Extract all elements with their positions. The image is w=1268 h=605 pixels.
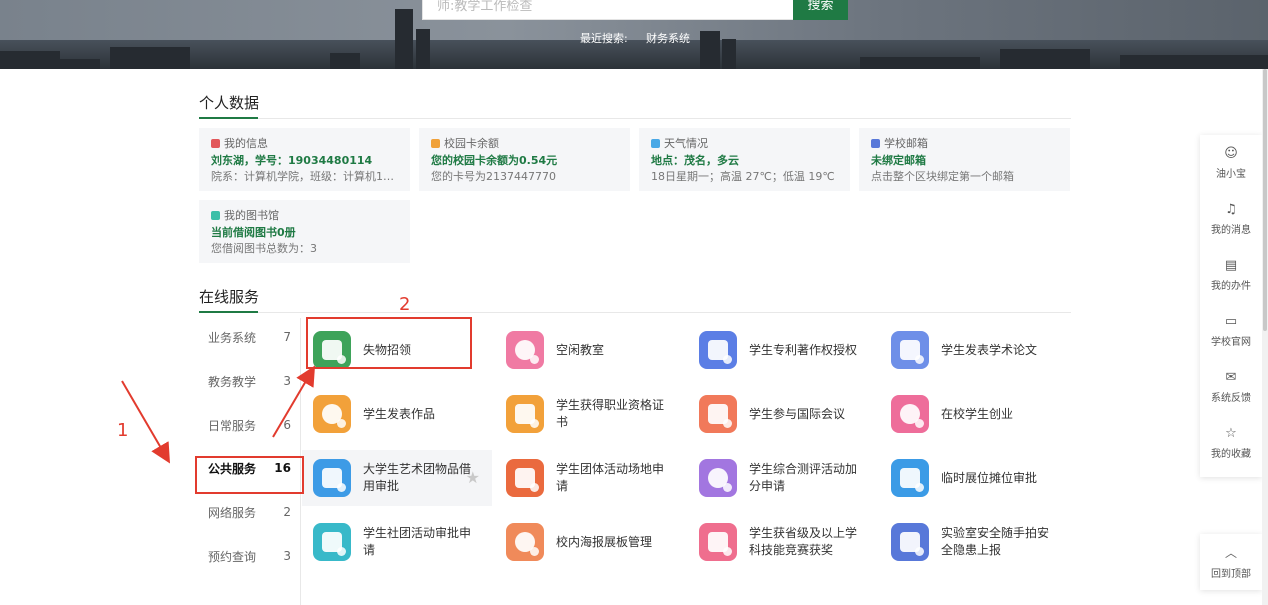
annotation-arrows	[121, 365, 316, 464]
annotation-arrow-2	[272, 365, 316, 438]
annotation-arrow-1	[121, 380, 171, 464]
